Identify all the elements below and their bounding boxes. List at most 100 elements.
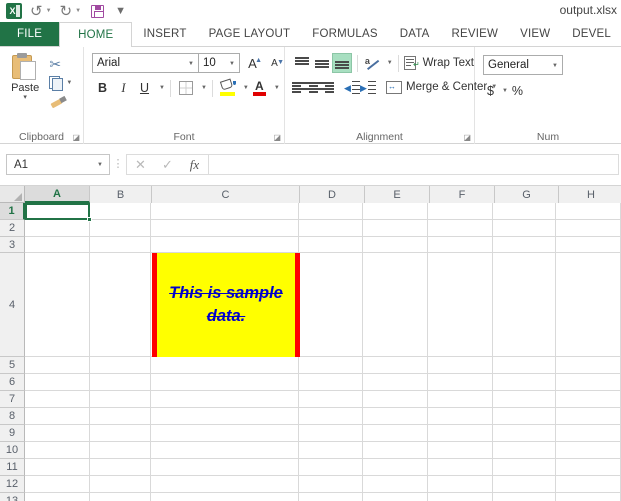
cell-B3[interactable] [89,237,152,253]
cell-C10[interactable] [151,442,299,459]
cell-B2[interactable] [89,220,152,237]
cell-A9[interactable] [25,425,90,442]
cell-B10[interactable] [89,442,152,459]
percent-style-button[interactable]: % [508,81,527,101]
bottom-align-button[interactable] [331,53,352,73]
cell-D7[interactable] [298,391,364,408]
font-size-dropdown-icon[interactable]: ▼ [229,61,235,67]
cell-E2[interactable] [363,220,428,237]
cut-button[interactable]: ✂ [46,54,79,73]
cell-B6[interactable] [89,374,152,391]
font-name-dropdown-icon[interactable]: ▼ [188,61,194,67]
undo-dropdown-icon[interactable]: ▼ [46,8,52,14]
cell-D1[interactable] [298,203,364,220]
cell-D12[interactable] [298,476,364,493]
cell-G11[interactable] [492,459,557,476]
cell-G7[interactable] [492,391,557,408]
row-header-2[interactable]: 2 [0,220,25,237]
tab-view[interactable]: VIEW [509,22,561,46]
row-header-6[interactable]: 6 [0,374,25,391]
cell-B11[interactable] [89,459,152,476]
cell-E1[interactable] [363,203,428,220]
underline-button[interactable]: U [134,78,155,98]
tab-formulas[interactable]: FORMULAS [301,22,389,46]
cell-E4[interactable] [363,253,428,357]
increase-font-size-button[interactable]: A ▲ [243,56,262,71]
format-painter-button[interactable] [46,92,79,111]
cell-A10[interactable] [25,442,90,459]
cell-B5[interactable] [89,357,152,374]
formula-input[interactable] [208,154,619,175]
orientation-dropdown-icon[interactable]: ▼ [387,60,393,66]
enter-formula-button[interactable]: ✓ [154,155,181,174]
cell-C6[interactable] [151,374,299,391]
cell-B8[interactable] [89,408,152,425]
cell-E8[interactable] [363,408,428,425]
cell-G8[interactable] [492,408,557,425]
cell-G2[interactable] [492,220,557,237]
cell-E5[interactable] [363,357,428,374]
clipboard-dialog-launcher[interactable]: ◪ [72,133,80,142]
cell-E12[interactable] [363,476,428,493]
cell-G10[interactable] [492,442,557,459]
wrap-text-button[interactable]: ↵ Wrap Text [403,56,474,70]
cell-F9[interactable] [427,425,493,442]
tab-review[interactable]: REVIEW [441,22,510,46]
cell-H5[interactable] [556,357,621,374]
font-name-input[interactable]: Arial ▼ [92,53,199,73]
align-left-button[interactable] [292,77,306,97]
redo-button[interactable]: ↻ ▼ [60,1,82,21]
row-header-10[interactable]: 10 [0,442,25,459]
cell-E6[interactable] [363,374,428,391]
insert-function-button[interactable]: fx [181,155,208,174]
cell-F11[interactable] [427,459,493,476]
cell-C5[interactable] [151,357,299,374]
row-header-13[interactable]: 13 [0,493,25,501]
column-header-B[interactable]: B [90,186,152,203]
cell-C12[interactable] [151,476,299,493]
cell-H10[interactable] [556,442,621,459]
redo-dropdown-icon[interactable]: ▼ [75,8,81,14]
row-header-12[interactable]: 12 [0,476,25,493]
cell-F10[interactable] [427,442,493,459]
cell-B13[interactable] [89,493,152,501]
decrease-indent-button[interactable]: ◀ [344,77,360,97]
cell-H1[interactable] [556,203,621,220]
cell-E11[interactable] [363,459,428,476]
decrease-font-size-button[interactable]: A ▼ [265,58,284,69]
cell-G5[interactable] [492,357,557,374]
cell-C1[interactable] [151,203,299,220]
cell-H6[interactable] [556,374,621,391]
cell-G9[interactable] [492,425,557,442]
borders-button[interactable] [176,78,197,98]
cell-H13[interactable] [556,493,621,501]
cancel-formula-button[interactable]: ✕ [127,155,154,174]
cell-E3[interactable] [363,237,428,253]
tab-developer[interactable]: DEVEL [561,22,621,46]
cell-D5[interactable] [298,357,364,374]
cell-E10[interactable] [363,442,428,459]
cell-F3[interactable] [427,237,493,253]
cell-A4[interactable] [25,253,90,357]
underline-dropdown-icon[interactable]: ▼ [159,85,165,91]
cell-A6[interactable] [25,374,90,391]
fill-color-button[interactable] [218,78,239,98]
save-icon[interactable] [91,4,105,18]
cell-A5[interactable] [25,357,90,374]
cell-H11[interactable] [556,459,621,476]
cell-G13[interactable] [492,493,557,501]
cell-A12[interactable] [25,476,90,493]
cell-D9[interactable] [298,425,364,442]
cell-C3[interactable] [151,237,299,253]
copy-dropdown-icon[interactable]: ▼ [66,80,72,86]
cell-F8[interactable] [427,408,493,425]
cell-E7[interactable] [363,391,428,408]
cell-D11[interactable] [298,459,364,476]
cell-C11[interactable] [151,459,299,476]
paste-button[interactable]: Paste ▾ [4,51,46,111]
cell-H7[interactable] [556,391,621,408]
excel-app-icon[interactable]: X [6,3,22,19]
cell-H2[interactable] [556,220,621,237]
cell-B7[interactable] [89,391,152,408]
cell-G6[interactable] [492,374,557,391]
